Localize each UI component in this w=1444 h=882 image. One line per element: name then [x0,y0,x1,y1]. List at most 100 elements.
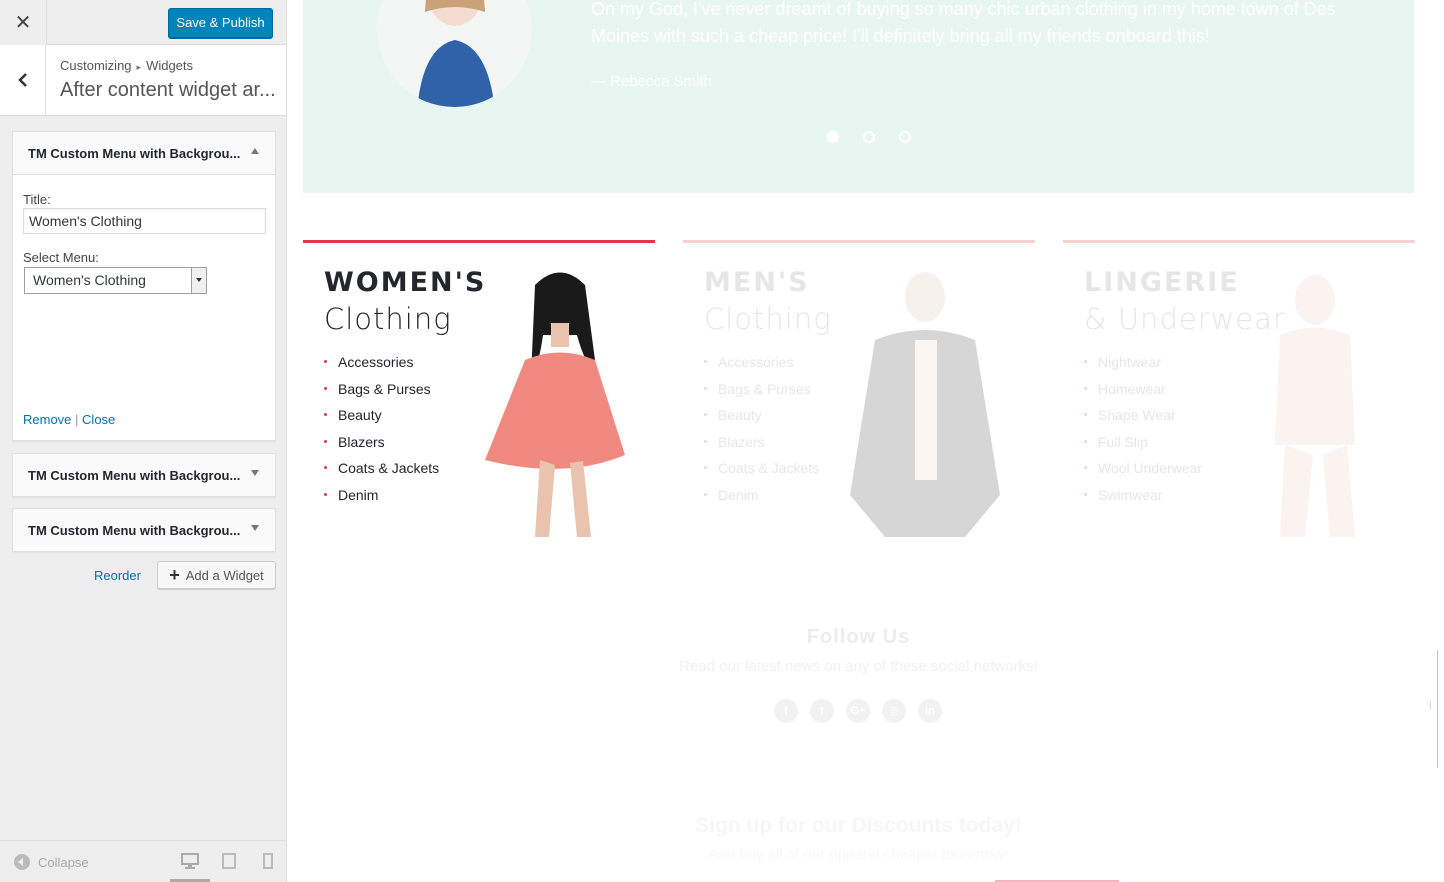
testimonial-author: — Rebecca Smith [591,73,712,90]
slider-dot-3[interactable] [899,131,911,143]
widget-title: TM Custom Menu with Backgrou... [28,146,241,161]
site-preview: On my God, I've never dreamt of buying s… [287,0,1444,882]
follow-subtitle: Read our latest news on any of these soc… [679,658,1038,675]
menu-item[interactable]: Denim [704,486,819,513]
select-menu-dropdown[interactable]: Women's Clothing [24,267,207,294]
collapse-label: Collapse [38,854,89,870]
reorder-link[interactable]: Reorder [94,568,141,583]
menu-item[interactable]: Denim [324,486,439,513]
customizer-header: ✕ Save & Publish [0,0,286,45]
instagram-icon[interactable]: ◎ [882,699,906,723]
widget-custom-menu-2[interactable]: TM Custom Menu with Backgrou... [12,453,276,497]
title-field-label: Title: [23,192,51,207]
widget-header[interactable]: TM Custom Menu with Backgrou... [13,454,275,496]
menu-item[interactable]: Bags & Purses [324,380,439,407]
card-accent-line [1063,240,1415,243]
menu-item[interactable]: Accessories [704,353,819,380]
collapse-arrow-icon [14,854,30,870]
category-card-womens[interactable]: WOMEN'S Clothing Accessories Bags & Purs… [303,240,655,537]
breadcrumb-current: Widgets [146,58,194,73]
category-menu: Nightwear Homewear Shape Wear Full Slip … [1084,353,1202,513]
desktop-icon[interactable] [181,853,199,869]
category-title: LINGERIE [1084,267,1240,298]
close-widget-link[interactable]: Close [82,412,115,427]
breadcrumb-separator-icon: ▸ [136,62,142,72]
menu-item[interactable]: Beauty [324,406,439,433]
menu-item[interactable]: Beauty [704,406,819,433]
actions-separator: | [75,412,83,427]
category-menu: Accessories Bags & Purses Beauty Blazers… [704,353,819,513]
preview-scrollbar[interactable] [1437,650,1438,768]
menu-item[interactable]: Swimwear [1084,486,1202,513]
category-subtitle: Clothing [704,302,832,336]
dropdown-arrow-icon[interactable] [191,268,206,293]
widget-actions: Remove | Close [23,412,115,427]
select-menu-value: Women's Clothing [33,272,146,288]
menu-item[interactable]: Homewear [1084,380,1202,407]
category-title: MEN'S [704,267,810,298]
mobile-icon[interactable] [263,853,273,869]
testimonial-avatar [377,0,532,107]
menu-item[interactable]: Blazers [324,433,439,460]
menu-item[interactable]: Full Slip [1084,433,1202,460]
close-customizer-button[interactable]: ✕ [0,0,47,45]
menu-item[interactable]: Coats & Jackets [324,459,439,486]
add-widget-label: Add a Widget [185,567,264,583]
menu-item[interactable]: Blazers [704,433,819,460]
menu-item[interactable]: Wool Underwear [1084,459,1202,486]
widget-custom-menu-3[interactable]: TM Custom Menu with Backgrou... [12,508,276,552]
slider-pagination [827,131,911,143]
category-title: WOMEN'S [324,267,487,298]
select-menu-label: Select Menu: [23,250,99,265]
expand-arrow-icon[interactable] [251,470,259,476]
widget-title: TM Custom Menu with Backgrou... [28,523,241,538]
scrollbar-marker [1430,700,1431,710]
widget-custom-menu-1: TM Custom Menu with Backgrou... Title: S… [12,131,276,441]
card-accent-line [303,240,655,243]
google-plus-icon[interactable]: G+ [846,699,870,723]
category-menu: Accessories Bags & Purses Beauty Blazers… [324,353,439,513]
collapse-arrow-icon[interactable] [251,148,259,154]
testimonial-section: On my God, I've never dreamt of buying s… [303,0,1414,193]
mens-model-image [850,272,1000,537]
menu-item[interactable]: Shape Wear [1084,406,1202,433]
follow-title: Follow Us [806,626,911,648]
follow-us-section: Follow Us Read our latest news on any of… [303,586,1414,866]
card-accent-line [683,240,1035,243]
social-links: f t G+ ◎ in [774,699,942,723]
widget-header[interactable]: TM Custom Menu with Backgrou... [13,132,275,174]
facebook-icon[interactable]: f [774,699,798,723]
breadcrumb-root: Customizing [60,58,132,73]
breadcrumb: Customizing ▸ Widgets [60,58,193,73]
linkedin-icon[interactable]: in [918,699,942,723]
slider-dot-1[interactable] [827,131,839,143]
section-title-bar: Customizing ▸ Widgets After content widget… [0,45,286,116]
category-card-lingerie[interactable]: LINGERIE & Underwear Nightwear Homewear … [1063,240,1415,537]
back-button[interactable] [0,45,46,115]
widget-form: Title: Select Menu: Women's Clothing Rem… [13,174,275,440]
collapse-sidebar-button[interactable]: Collapse [14,854,89,870]
expand-arrow-icon[interactable] [251,525,259,531]
category-subtitle: & Underwear [1084,302,1286,336]
category-card-mens[interactable]: MEN'S Clothing Accessories Bags & Purses… [683,240,1035,537]
plus-icon: + [169,565,180,585]
testimonial-quote: On my God, I've never dreamt of buying s… [591,0,1336,46]
widget-title: TM Custom Menu with Backgrou... [28,468,241,483]
menu-item[interactable]: Accessories [324,353,439,380]
tablet-icon[interactable] [222,853,236,869]
category-subtitle: Clothing [324,302,452,336]
save-publish-button[interactable]: Save & Publish [168,8,273,38]
menu-item[interactable]: Nightwear [1084,353,1202,380]
remove-widget-link[interactable]: Remove [23,412,71,427]
section-title: After content widget ar... [60,79,276,101]
womens-model-image [485,272,625,537]
add-widget-button[interactable]: + Add a Widget [157,561,276,589]
menu-item[interactable]: Bags & Purses [704,380,819,407]
twitter-icon[interactable]: t [810,699,834,723]
close-icon: ✕ [14,12,32,34]
widget-header[interactable]: TM Custom Menu with Backgrou... [13,509,275,551]
slider-dot-2[interactable] [863,131,875,143]
title-input[interactable] [23,208,266,234]
signup-subtitle: And buy all of our apparel cheaper tomor… [708,846,1009,863]
menu-item[interactable]: Coats & Jackets [704,459,819,486]
